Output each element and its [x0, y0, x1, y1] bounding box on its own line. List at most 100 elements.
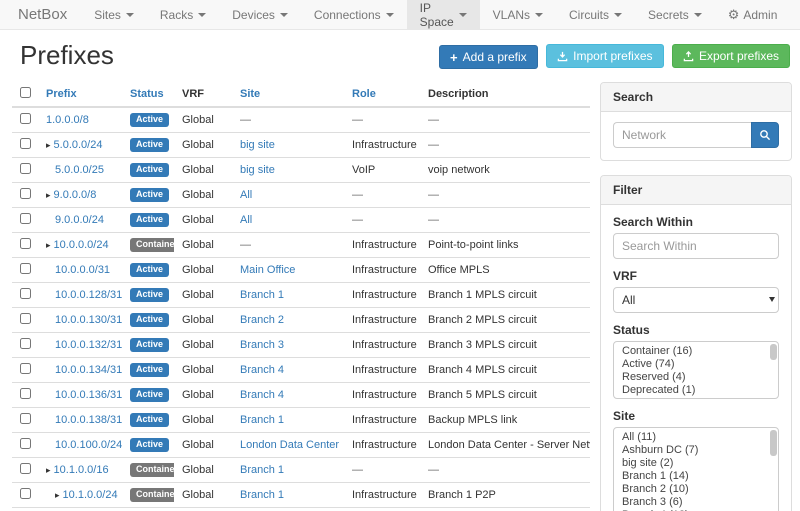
- site-link[interactable]: Branch 1: [240, 489, 284, 501]
- select-all-checkbox[interactable]: [20, 87, 31, 98]
- nav-item-racks[interactable]: Racks: [147, 0, 219, 29]
- table-row: 10.0.0.136/31ActiveGlobalBranch 4Infrast…: [12, 383, 590, 408]
- prefix-link[interactable]: 9.0.0.0/24: [55, 214, 104, 226]
- prefix-link[interactable]: 10.0.0.134/31: [55, 364, 122, 376]
- prefix-link[interactable]: 5.0.0.0/25: [55, 164, 104, 176]
- app-brand[interactable]: NetBox: [0, 0, 81, 29]
- expand-caret-icon[interactable]: ▸: [46, 240, 51, 250]
- row-checkbox[interactable]: [20, 188, 31, 199]
- expand-caret-icon[interactable]: ▸: [55, 490, 60, 500]
- export-prefixes-button[interactable]: Export prefixes: [672, 44, 790, 68]
- gear-icon: ⚙: [728, 8, 740, 21]
- empty-value: —: [240, 114, 251, 126]
- filter-option[interactable]: big site (2): [622, 457, 778, 470]
- row-checkbox[interactable]: [20, 163, 31, 174]
- site-link[interactable]: London Data Center: [240, 439, 339, 451]
- row-checkbox[interactable]: [20, 488, 31, 499]
- nav-item-devices[interactable]: Devices: [219, 0, 301, 29]
- site-link[interactable]: Branch 4: [240, 364, 284, 376]
- filter-option[interactable]: Deprecated (1): [622, 384, 778, 397]
- scrollbar-thumb[interactable]: [770, 344, 777, 360]
- row-checkbox[interactable]: [20, 338, 31, 349]
- prefix-link[interactable]: 9.0.0.0/8: [54, 189, 97, 201]
- site-link[interactable]: Branch 3: [240, 339, 284, 351]
- vrf-select[interactable]: All: [613, 287, 779, 313]
- nav-item-admin[interactable]: ⚙ Admin: [715, 0, 791, 29]
- site-link[interactable]: Branch 2: [240, 314, 284, 326]
- column-header-prefix[interactable]: Prefix: [46, 88, 77, 100]
- prefix-link[interactable]: 10.0.0.138/31: [55, 414, 122, 426]
- row-checkbox[interactable]: [20, 413, 31, 424]
- site-link[interactable]: big site: [240, 139, 275, 151]
- prefix-link[interactable]: 10.1.0.0/24: [63, 489, 118, 501]
- site-link[interactable]: All: [240, 214, 252, 226]
- site-listbox[interactable]: All (11)Ashburn DC (7)big site (2)Branch…: [613, 427, 779, 511]
- filter-option[interactable]: Reserved (4): [622, 371, 778, 384]
- column-header-role[interactable]: Role: [352, 88, 376, 100]
- nav-item-connections[interactable]: Connections: [301, 0, 407, 29]
- scrollbar-thumb[interactable]: [770, 430, 777, 456]
- empty-value: —: [428, 214, 439, 226]
- prefix-link[interactable]: 5.0.0.0/24: [54, 139, 103, 151]
- expand-caret-icon[interactable]: ▸: [46, 140, 51, 150]
- row-checkbox[interactable]: [20, 213, 31, 224]
- prefix-link[interactable]: 10.0.0.132/31: [55, 339, 122, 351]
- nav-item-secrets[interactable]: Secrets: [635, 0, 715, 29]
- site-link[interactable]: big site: [240, 164, 275, 176]
- site-link[interactable]: Branch 1: [240, 464, 284, 476]
- row-checkbox[interactable]: [20, 138, 31, 149]
- status-listbox[interactable]: Container (16)Active (74)Reserved (4)Dep…: [613, 341, 779, 399]
- prefix-link[interactable]: 10.0.100.0/24: [55, 439, 122, 451]
- row-checkbox[interactable]: [20, 288, 31, 299]
- row-checkbox[interactable]: [20, 313, 31, 324]
- role-value: Infrastructure: [352, 314, 417, 326]
- site-link[interactable]: Main Office: [240, 264, 295, 276]
- site-label: Site: [613, 409, 779, 423]
- row-checkbox[interactable]: [20, 388, 31, 399]
- column-header-status[interactable]: Status: [130, 88, 164, 100]
- prefix-link[interactable]: 10.1.0.0/16: [54, 464, 109, 476]
- filter-option[interactable]: Ashburn DC (7): [622, 444, 778, 457]
- filter-option[interactable]: Branch 2 (10): [622, 483, 778, 496]
- site-link[interactable]: Branch 4: [240, 389, 284, 401]
- nav-item-sites[interactable]: Sites: [81, 0, 147, 29]
- prefix-link[interactable]: 10.0.0.0/31: [55, 264, 110, 276]
- search-input[interactable]: [613, 122, 751, 148]
- vrf-value: Global: [182, 314, 214, 326]
- row-checkbox[interactable]: [20, 463, 31, 474]
- filter-option[interactable]: Active (74): [622, 358, 778, 371]
- site-link[interactable]: Branch 1: [240, 289, 284, 301]
- nav-item-ip-space[interactable]: IP Space: [407, 0, 480, 29]
- nav-item-circuits[interactable]: Circuits: [556, 0, 635, 29]
- row-checkbox[interactable]: [20, 363, 31, 374]
- expand-caret-icon[interactable]: ▸: [46, 465, 51, 475]
- import-prefixes-button[interactable]: Import prefixes: [546, 44, 663, 68]
- site-link[interactable]: All: [240, 189, 252, 201]
- prefix-link[interactable]: 10.0.0.136/31: [55, 389, 122, 401]
- prefix-link[interactable]: 1.0.0.0/8: [46, 114, 89, 126]
- prefix-link[interactable]: 10.0.0.0/24: [54, 239, 109, 251]
- add-prefix-button[interactable]: + Add a prefix: [439, 45, 538, 69]
- table-row: 9.0.0.0/24ActiveGlobalAll——: [12, 208, 590, 233]
- description-value: Office MPLS: [428, 264, 490, 276]
- row-checkbox[interactable]: [20, 238, 31, 249]
- row-checkbox[interactable]: [20, 263, 31, 274]
- filter-option[interactable]: All (11): [622, 431, 778, 444]
- search-within-input[interactable]: [613, 233, 779, 259]
- vrf-value: Global: [182, 339, 214, 351]
- filter-option[interactable]: Branch 3 (6): [622, 496, 778, 509]
- row-checkbox[interactable]: [20, 113, 31, 124]
- prefix-link[interactable]: 10.0.0.128/31: [55, 289, 122, 301]
- prefix-link[interactable]: 10.0.0.130/31: [55, 314, 122, 326]
- expand-caret-icon[interactable]: ▸: [46, 190, 51, 200]
- status-badge: Active: [130, 388, 169, 402]
- site-link[interactable]: Branch 1: [240, 414, 284, 426]
- description-value: Backup MPLS link: [428, 414, 517, 426]
- row-checkbox[interactable]: [20, 438, 31, 449]
- nav-item-profile[interactable]: Profile: [790, 0, 800, 29]
- column-header-site[interactable]: Site: [240, 88, 260, 100]
- nav-item-vlans[interactable]: VLANs: [480, 0, 556, 29]
- search-button[interactable]: [751, 122, 779, 148]
- filter-option[interactable]: Container (16): [622, 345, 778, 358]
- filter-option[interactable]: Branch 1 (14): [622, 470, 778, 483]
